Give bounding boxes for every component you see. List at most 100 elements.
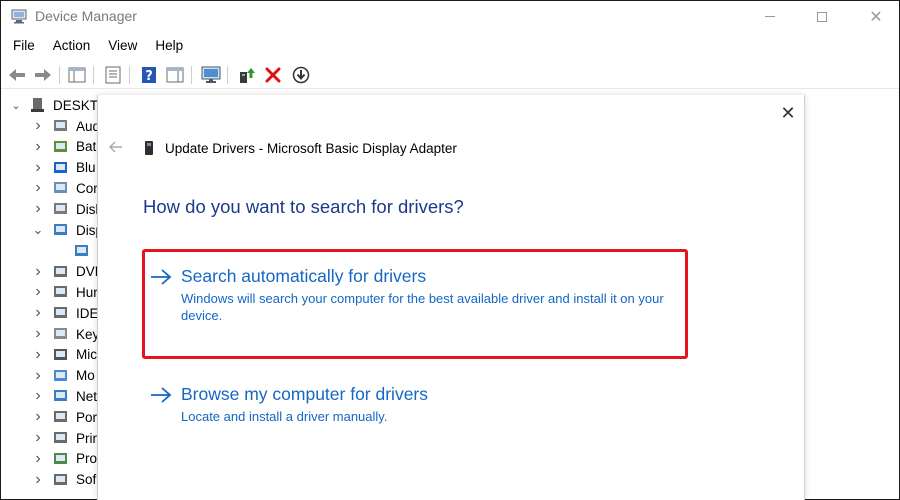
chevron-right-icon[interactable]: › (33, 367, 43, 384)
chevron-right-icon[interactable]: › (33, 283, 43, 300)
close-window-button[interactable]: ✕ (853, 1, 899, 32)
uninstall-x-icon (265, 67, 281, 83)
browse-computer-title[interactable]: Browse my computer for drivers (181, 384, 428, 405)
device-category-icon (54, 348, 67, 360)
title-bar: Device Manager ✕ (1, 1, 899, 32)
menu-file[interactable]: File (7, 34, 41, 58)
chevron-right-icon[interactable]: › (33, 138, 43, 155)
tree-item-label: Net (76, 388, 98, 404)
tree-category-item[interactable]: › Prir (1, 428, 101, 448)
device-category-icon (54, 452, 67, 464)
chevron-right-icon[interactable]: › (33, 179, 43, 196)
close-icon: ✕ (780, 102, 796, 123)
tree-child-item[interactable] (1, 241, 101, 261)
device-category-icon (54, 473, 67, 485)
device-tree: ⌄ DESKTO ›Aud›Bat›Blu›Cor›Disl⌄Disp›DVD›… (1, 95, 101, 500)
tree-category-item[interactable]: › Bat (1, 137, 101, 157)
minimize-icon (765, 16, 775, 17)
display-adapter-icon (145, 141, 153, 155)
tree-category-item[interactable]: › Por (1, 407, 101, 427)
tree-item-label: Mic (76, 347, 97, 363)
device-manager-window: Device Manager ✕ File Action View Help ? (0, 0, 900, 500)
right-arrow-icon (151, 387, 172, 403)
tree-category-item[interactable]: › Mo (1, 366, 101, 386)
properties-button[interactable] (103, 65, 123, 85)
tree-category-item[interactable]: › Sof (1, 470, 101, 490)
tree-category-item[interactable]: ›DVD (1, 262, 101, 282)
toolbar-separator (129, 66, 130, 84)
tree-category-item[interactable]: ⌄ Disp (1, 220, 101, 240)
help-button[interactable]: ? (139, 65, 159, 85)
tree-category-item[interactable]: › IDE (1, 303, 101, 323)
tree-item-label: Prir (76, 430, 97, 446)
device-category-icon (54, 224, 67, 235)
tree-category-item[interactable]: › Blu (1, 158, 101, 178)
tree-category-item[interactable]: › Hur (1, 282, 101, 302)
tree-category-item[interactable]: › Key (1, 324, 101, 344)
update-driver-button[interactable] (237, 65, 257, 85)
dialog-back-button[interactable] (108, 139, 124, 155)
chevron-right-icon[interactable]: › (33, 346, 43, 363)
scan-hardware-changes-button[interactable] (201, 65, 221, 85)
device-category-icon (54, 265, 67, 277)
chevron-right-icon[interactable]: › (33, 263, 43, 280)
toolbar: ? (1, 61, 899, 89)
action-pane-button[interactable] (165, 65, 185, 85)
disable-down-arrow-icon (292, 66, 310, 84)
tree-category-item[interactable]: › Aud (1, 116, 101, 136)
tree-category-item[interactable]: › Mic (1, 345, 101, 365)
device-category-icon (75, 244, 88, 256)
uninstall-device-button[interactable] (263, 65, 283, 85)
chevron-right-icon[interactable]: › (33, 304, 43, 321)
device-category-icon (54, 182, 67, 194)
dialog-close-button[interactable]: ✕ (778, 103, 798, 123)
window-title: Device Manager (35, 8, 137, 24)
tree-root-label: DESKTO (53, 97, 101, 113)
chevron-right-icon[interactable]: › (33, 200, 43, 217)
menu-bar: File Action View Help (1, 34, 189, 58)
chevron-right-icon[interactable]: › (33, 450, 43, 467)
device-category-icon (54, 328, 67, 339)
maximize-button[interactable] (799, 1, 845, 32)
menu-view[interactable]: View (102, 34, 143, 58)
chevron-right-icon[interactable]: › (33, 471, 43, 488)
tree-item-label: Mo (76, 368, 95, 384)
device-category-icon (54, 432, 67, 443)
chevron-right-icon[interactable]: › (33, 159, 43, 176)
forward-arrow-icon (35, 69, 51, 81)
tree-root[interactable]: ⌄ DESKTO (1, 95, 101, 115)
browse-computer-description: Locate and install a driver manually. (181, 409, 388, 424)
back-button[interactable] (7, 65, 27, 85)
tree-item-label: Blu (76, 160, 96, 176)
tree-item-label: Disl (76, 201, 99, 217)
chevron-right-icon[interactable]: › (33, 325, 43, 342)
show-hide-console-tree-button[interactable] (67, 65, 87, 85)
tree-item-label: Por (76, 409, 98, 425)
device-category-icon (54, 140, 67, 152)
disable-device-button[interactable] (291, 65, 311, 85)
toolbar-separator (93, 66, 94, 84)
chevron-down-icon[interactable]: ⌄ (11, 100, 21, 112)
minimize-button[interactable] (747, 1, 793, 32)
chevron-down-icon[interactable]: ⌄ (33, 222, 44, 237)
tree-category-item[interactable]: › Pro (1, 449, 101, 469)
toolbar-separator (191, 66, 192, 84)
chevron-right-icon[interactable]: › (33, 387, 43, 404)
tree-item-label: Hur (76, 284, 98, 300)
chevron-right-icon[interactable]: › (33, 408, 43, 425)
tree-category-item[interactable]: › Net (1, 386, 101, 406)
tree-category-item[interactable]: › Disl (1, 199, 101, 219)
menu-action[interactable]: Action (47, 34, 97, 58)
menu-help[interactable]: Help (149, 34, 189, 58)
device-category-icon (54, 286, 67, 298)
properties-icon (105, 66, 121, 84)
chevron-right-icon[interactable]: › (33, 117, 43, 134)
update-drivers-dialog: ✕ Update Drivers - Microsoft Basic Displ… (97, 95, 805, 500)
tree-category-item[interactable]: › Cor (1, 178, 101, 198)
chevron-right-icon[interactable]: › (33, 429, 43, 446)
device-category-icon (54, 369, 67, 381)
device-category-icon (54, 307, 67, 319)
computer-icon (31, 98, 44, 112)
forward-button[interactable] (33, 65, 53, 85)
search-automatically-title[interactable]: Search automatically for drivers (181, 266, 426, 287)
